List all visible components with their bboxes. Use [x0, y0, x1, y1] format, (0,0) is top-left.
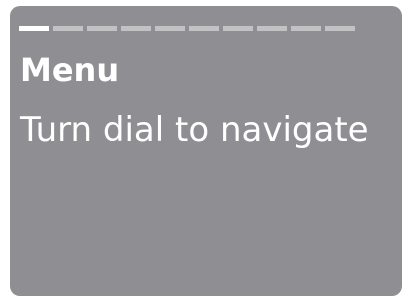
progress-segment	[291, 26, 321, 31]
progress-segment	[87, 26, 117, 31]
page-progress-indicator	[19, 26, 355, 31]
progress-segment	[257, 26, 287, 31]
progress-segment	[223, 26, 253, 31]
menu-title: Menu	[20, 51, 120, 89]
progress-segment	[121, 26, 151, 31]
progress-segment	[53, 26, 83, 31]
progress-segment	[189, 26, 219, 31]
device-screen: Menu Turn dial to navigate	[10, 6, 402, 296]
progress-segment	[325, 26, 355, 31]
progress-segment	[155, 26, 185, 31]
progress-segment-active	[19, 26, 49, 31]
instruction-text: Turn dial to navigate	[20, 110, 369, 150]
